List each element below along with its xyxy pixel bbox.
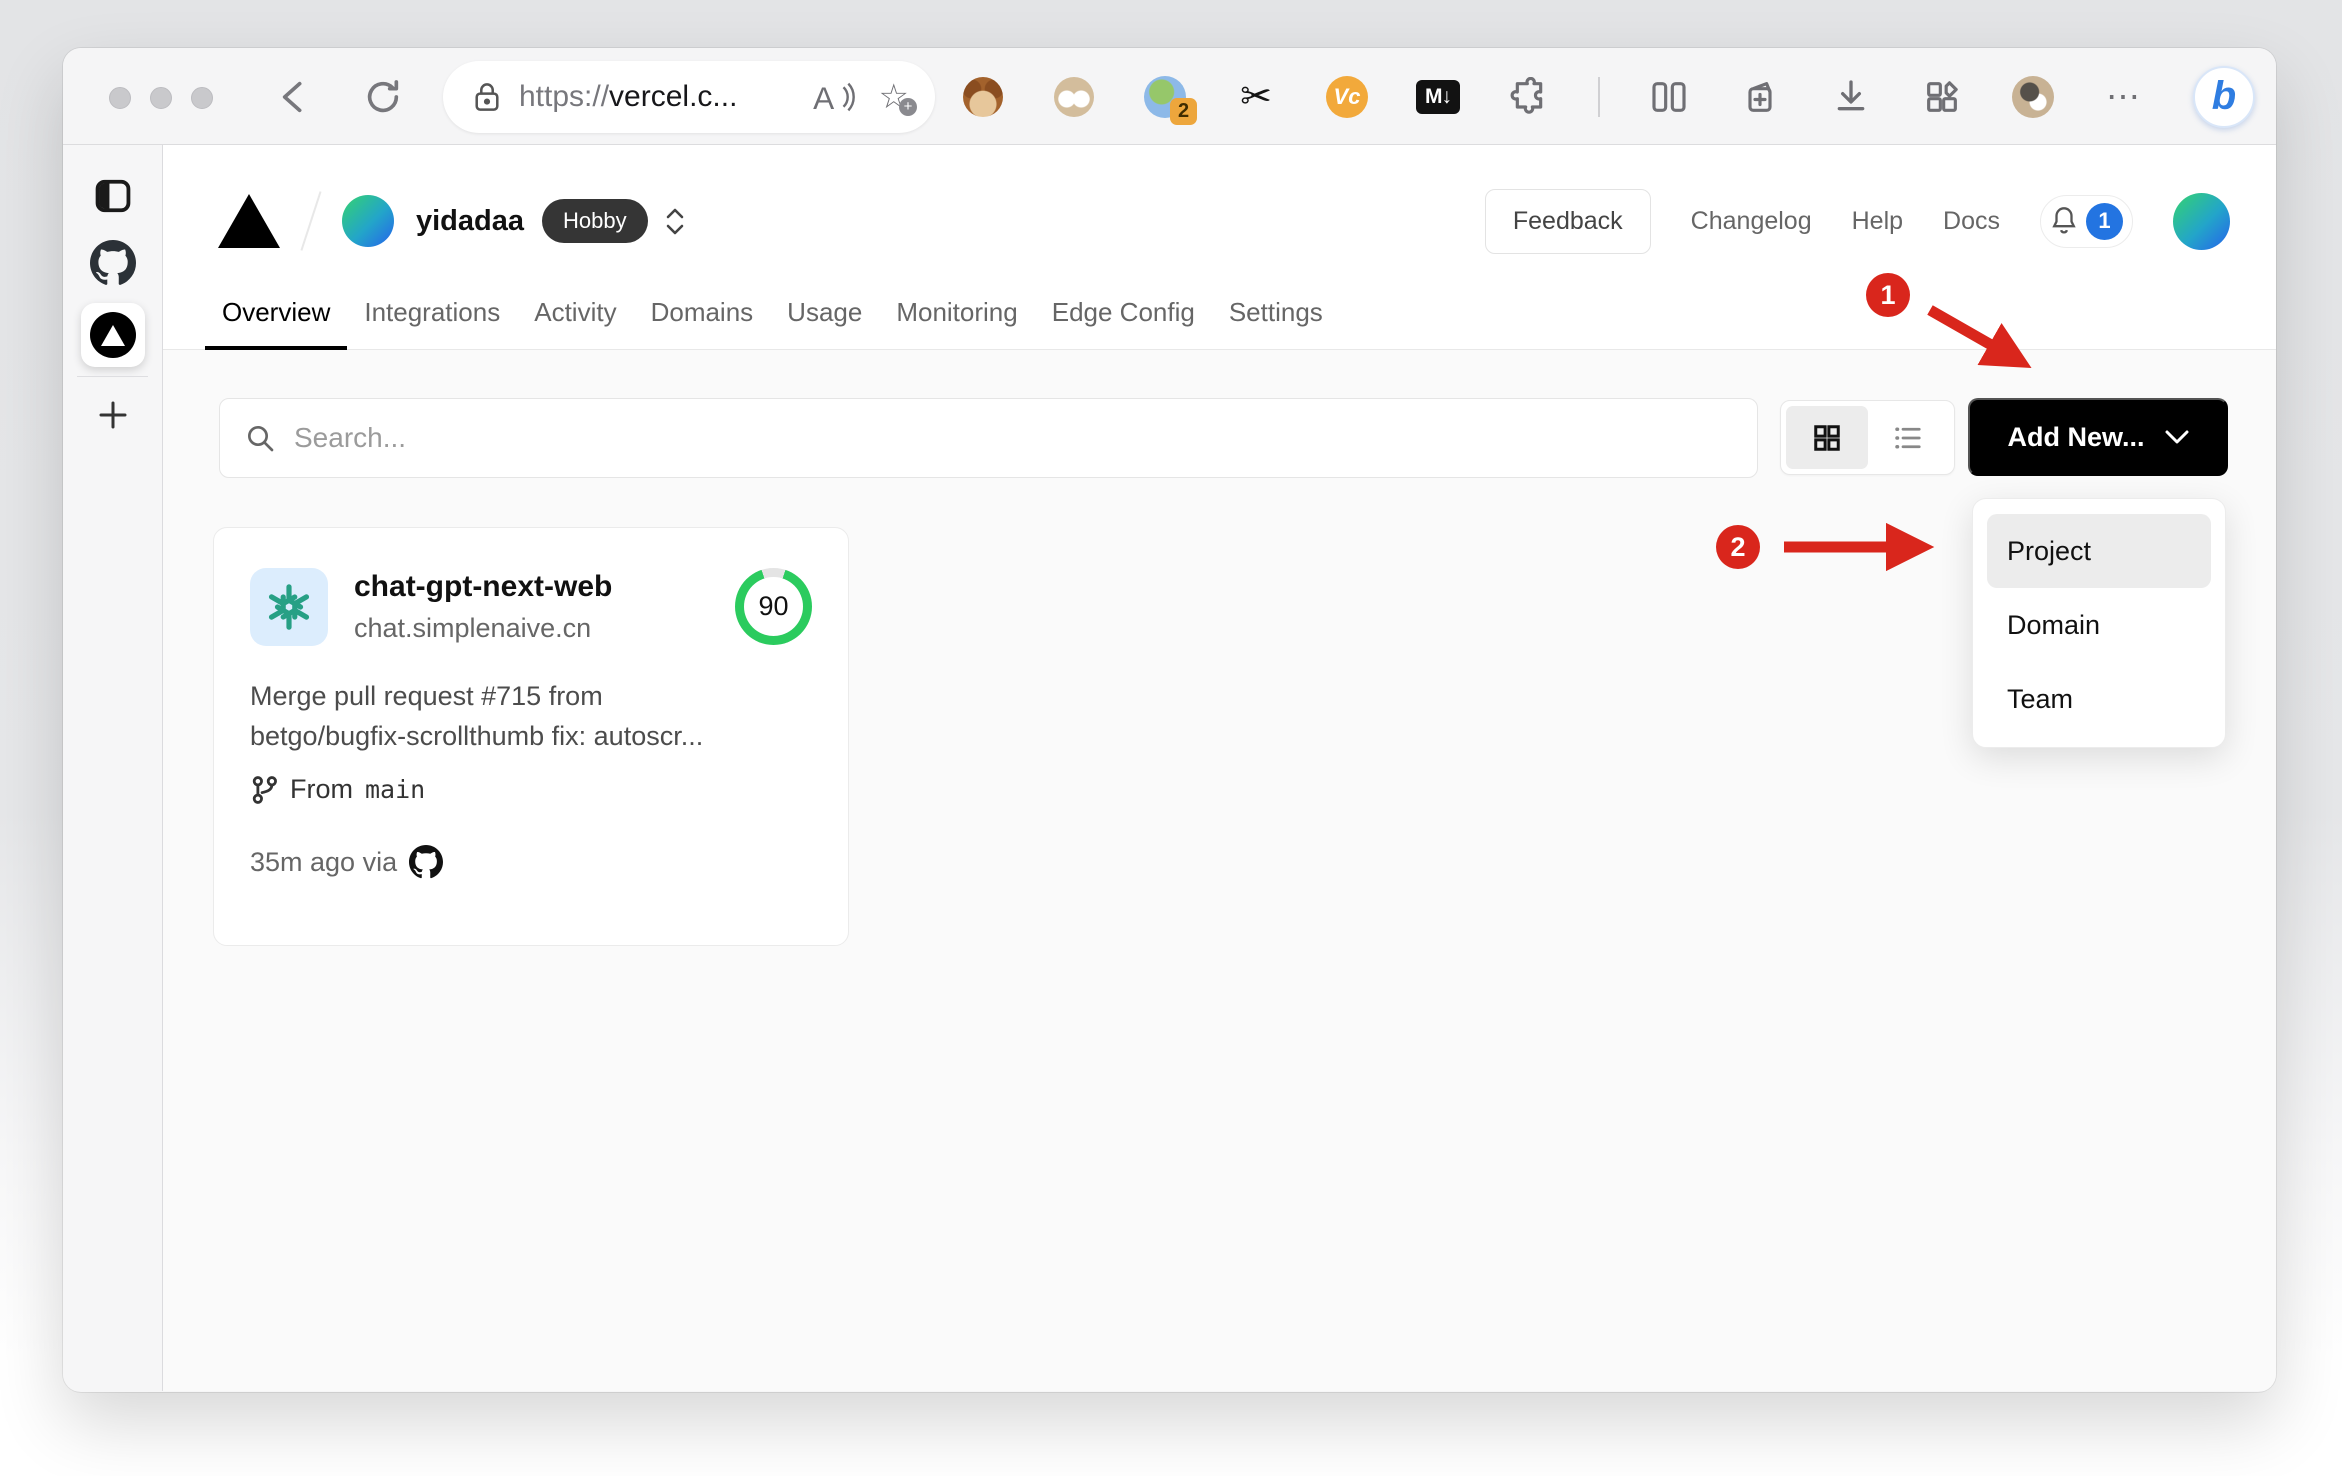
tab-integrations[interactable]: Integrations xyxy=(347,278,517,350)
desktop: https://vercel.c... A ☆ 2 ✂ Vc M↓ xyxy=(0,0,2342,1476)
tab-domains[interactable]: Domains xyxy=(634,278,771,350)
notification-count-badge: 1 xyxy=(2086,202,2123,240)
badged-extension-icon[interactable]: 2 xyxy=(1143,75,1197,125)
github-sidebar-icon[interactable] xyxy=(89,240,136,286)
vercel-dashboard: yidadaa Hobby Feedback Changelog Help Do… xyxy=(163,145,2276,1391)
project-domain[interactable]: chat.simplenaive.cn xyxy=(354,613,612,644)
bell-icon xyxy=(2052,207,2076,234)
tampermonkey-extension-icon[interactable] xyxy=(961,75,1005,119)
profile-avatar[interactable] xyxy=(2011,75,2055,119)
project-name[interactable]: chat-gpt-next-web xyxy=(354,570,612,604)
openai-logo-icon xyxy=(268,584,310,630)
tab-activity[interactable]: Activity xyxy=(517,278,633,350)
chevron-down-icon xyxy=(2165,430,2188,444)
annotation-step-2: 2 xyxy=(1716,525,1760,569)
branch-prefix: From xyxy=(290,774,353,804)
list-view-icon xyxy=(1895,427,1921,448)
granny-extension-icon[interactable] xyxy=(1052,75,1096,119)
search-input[interactable] xyxy=(294,422,1733,454)
extensions-row: 2 ✂ Vc M↓ ⋯ b xyxy=(961,48,2255,145)
clipper-extension-icon[interactable]: ✂ xyxy=(1234,75,1278,119)
vc-extension-icon[interactable]: Vc xyxy=(1325,75,1369,119)
page-header: yidadaa Hobby Feedback Changelog Help Do… xyxy=(163,145,2276,350)
list-view-button[interactable] xyxy=(1868,406,1950,469)
project-icon xyxy=(250,568,328,646)
new-tab-plus-icon[interactable] xyxy=(95,397,131,433)
view-toggle xyxy=(1780,400,1955,475)
tab-monitoring[interactable]: Monitoring xyxy=(879,278,1034,350)
back-icon[interactable] xyxy=(273,48,313,145)
split-screen-icon[interactable] xyxy=(1647,75,1691,119)
dropdown-item-domain[interactable]: Domain xyxy=(1987,588,2211,662)
deploy-time: 35m ago via xyxy=(250,846,398,877)
browser-window: https://vercel.c... A ☆ 2 ✂ Vc M↓ xyxy=(63,48,2276,1392)
branch-name: main xyxy=(365,775,426,804)
collections-icon[interactable] xyxy=(1738,75,1782,119)
sidebar-divider xyxy=(77,376,148,377)
user-avatar[interactable] xyxy=(2173,192,2230,250)
team-name: yidadaa xyxy=(416,204,524,237)
close-window-button[interactable] xyxy=(109,87,131,109)
grid-view-icon xyxy=(1814,424,1840,451)
annotation-step-1: 1 xyxy=(1866,273,1910,317)
markdown-extension-icon[interactable]: M↓ xyxy=(1416,75,1460,119)
docs-link[interactable]: Docs xyxy=(1943,207,2000,236)
add-new-button[interactable]: Add New... xyxy=(1968,398,2228,476)
apps-icon[interactable] xyxy=(1920,75,1964,119)
search-icon xyxy=(248,426,274,452)
window-controls[interactable] xyxy=(109,87,213,109)
vercel-tab-tile[interactable] xyxy=(80,303,145,367)
project-search[interactable] xyxy=(219,398,1758,478)
more-menu-icon[interactable]: ⋯ xyxy=(2102,75,2146,119)
tab-overview[interactable]: Overview xyxy=(205,278,348,350)
tab-usage[interactable]: Usage xyxy=(770,278,879,350)
lock-icon xyxy=(475,83,499,111)
feedback-button[interactable]: Feedback xyxy=(1484,188,1651,254)
changelog-link[interactable]: Changelog xyxy=(1691,207,1812,236)
vercel-triangle-icon xyxy=(100,324,125,346)
dropdown-item-project[interactable]: Project xyxy=(1987,514,2211,588)
breadcrumb-slash xyxy=(300,191,322,251)
add-new-dropdown: Project Domain Team xyxy=(1972,498,2226,748)
github-icon xyxy=(409,845,444,879)
score-value: 90 xyxy=(744,577,803,636)
team-avatar[interactable] xyxy=(342,195,394,247)
tab-edge-config[interactable]: Edge Config xyxy=(1035,278,1212,350)
sidebar-toggle-icon[interactable] xyxy=(94,178,132,214)
puzzle-extensions-icon[interactable] xyxy=(1507,75,1551,119)
zoom-window-button[interactable] xyxy=(191,87,213,109)
extension-badge: 2 xyxy=(1170,97,1197,125)
team-switcher-icon[interactable] xyxy=(666,208,684,235)
help-link[interactable]: Help xyxy=(1852,207,1903,236)
vercel-logo[interactable] xyxy=(218,194,280,248)
address-bar[interactable]: https://vercel.c... A ☆ xyxy=(443,61,935,133)
bing-chat-icon[interactable]: b xyxy=(2193,65,2255,128)
svg-text:A: A xyxy=(813,80,834,114)
plan-badge: Hobby xyxy=(542,199,648,243)
tab-settings[interactable]: Settings xyxy=(1212,278,1340,350)
url-text: https://vercel.c... xyxy=(519,80,738,113)
grid-view-button[interactable] xyxy=(1786,406,1868,469)
commit-message[interactable]: Merge pull request #715 from betgo/bugfi… xyxy=(250,676,812,756)
toolbar-divider xyxy=(1598,76,1600,117)
favorite-star-icon[interactable]: ☆ xyxy=(879,80,918,116)
score-ring[interactable]: 90 xyxy=(735,568,812,645)
downloads-icon[interactable] xyxy=(1829,75,1873,119)
browser-sidebar xyxy=(63,145,163,1391)
git-branch-icon xyxy=(252,775,277,804)
minimize-window-button[interactable] xyxy=(150,87,172,109)
dashboard-tabs: Overview Integrations Activity Domains U… xyxy=(205,278,1340,350)
project-card[interactable]: chat-gpt-next-web chat.simplenaive.cn 90… xyxy=(213,527,849,946)
browser-toolbar: https://vercel.c... A ☆ 2 ✂ Vc M↓ xyxy=(63,48,2276,145)
read-aloud-icon[interactable]: A xyxy=(813,80,857,114)
reload-icon[interactable] xyxy=(363,48,403,145)
notifications-button[interactable]: 1 xyxy=(2040,194,2133,248)
dropdown-item-team[interactable]: Team xyxy=(1987,662,2211,736)
